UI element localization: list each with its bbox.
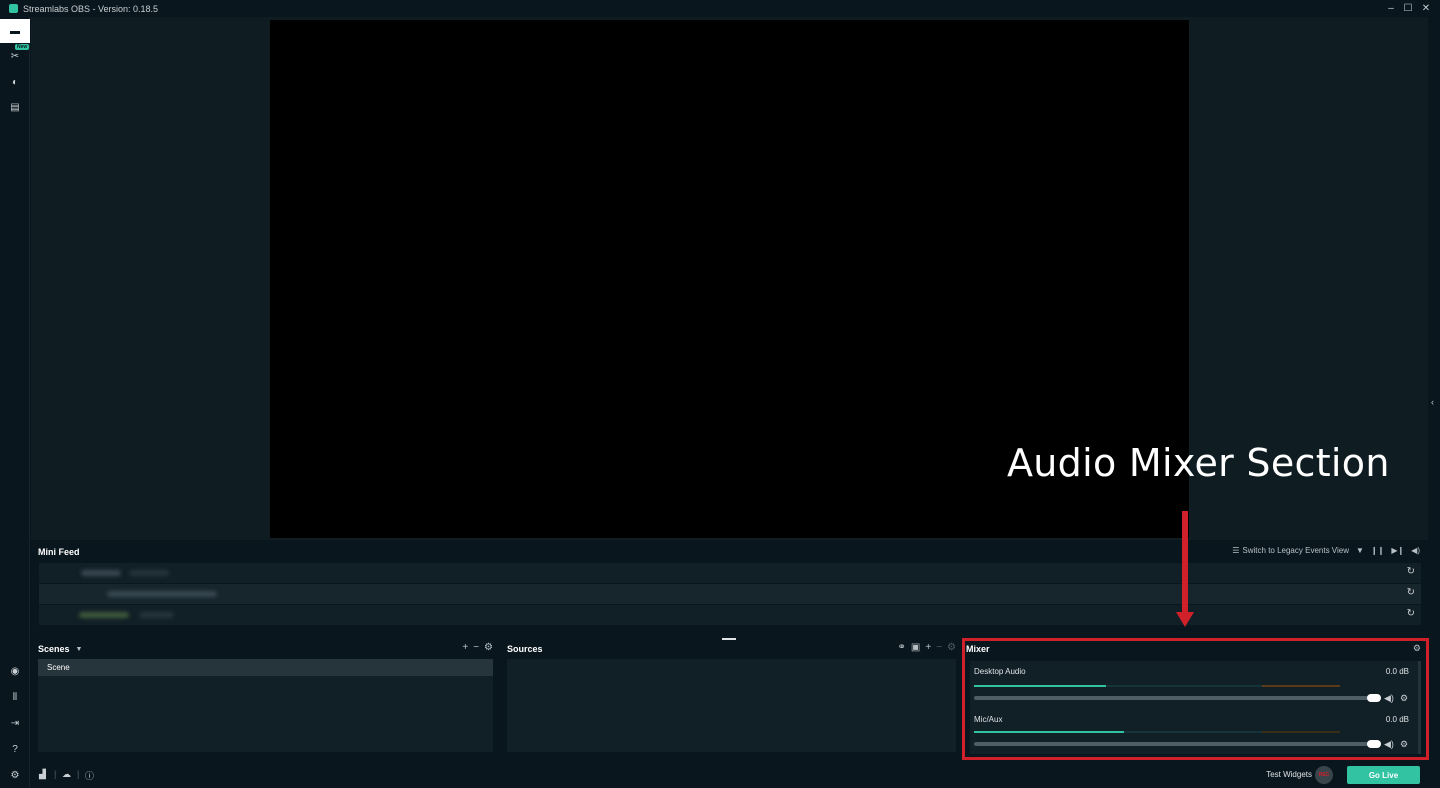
- scene-settings-icon[interactable]: ⚙: [484, 642, 493, 653]
- blurred-event-text: [81, 570, 121, 576]
- mini-feed-event-row[interactable]: ↻: [39, 605, 1421, 625]
- mini-feed-panel: Mini Feed ☰ Switch to Legacy Events View…: [31, 542, 1428, 632]
- logout-icon[interactable]: ⇥: [0, 711, 30, 735]
- mini-feed-title: Mini Feed: [38, 547, 80, 557]
- channel-settings-icon[interactable]: ⚙: [1400, 693, 1408, 704]
- meter-peak-zone: [1262, 685, 1340, 687]
- source-link-icon[interactable]: ⚭: [898, 642, 906, 653]
- mini-feed-toolbar: ☰ Switch to Legacy Events View ▼ ❙❙ ▶❙ ◀…: [1232, 546, 1420, 555]
- volume-slider-handle[interactable]: [1367, 740, 1381, 748]
- maximize-icon[interactable]: ☐: [1398, 0, 1418, 17]
- repeat-alert-icon[interactable]: ↻: [1407, 566, 1415, 577]
- source-settings-icon[interactable]: ⚙: [947, 642, 956, 653]
- scene-collection-dropdown-icon[interactable]: ▼: [76, 646, 83, 653]
- cloud-backup-icon[interactable]: ☁: [62, 769, 71, 780]
- scenes-list: Scene: [38, 659, 493, 752]
- remove-source-icon[interactable]: −: [936, 642, 942, 653]
- scene-item[interactable]: Scene: [38, 659, 493, 676]
- sources-title: Sources: [507, 644, 543, 654]
- add-scene-icon[interactable]: +: [462, 642, 468, 653]
- scenes-title: Scenes: [38, 644, 70, 654]
- volume-meter: [974, 731, 1340, 733]
- volume-meter: [974, 685, 1340, 687]
- mini-feed-event-row[interactable]: ↻: [39, 563, 1421, 583]
- mixer-panel: Mixer ⚙ Desktop Audio 0.0 dB ◀) ⚙ Mic/Au…: [962, 638, 1429, 760]
- new-badge: New: [15, 44, 30, 50]
- volume-meter-fill: [974, 685, 1106, 687]
- divider: |: [54, 769, 57, 779]
- sources-header: Sources: [500, 640, 958, 658]
- mini-feed-event-row[interactable]: ↻: [39, 584, 1421, 604]
- close-icon[interactable]: ✕: [1416, 0, 1436, 17]
- nav-sidebar: ▬ ✂ New ◐ ▤ ◉ ⦀ ⇥ ? ⚙: [0, 17, 30, 788]
- annotation-label: Audio Mixer Section: [1007, 441, 1390, 485]
- sources-toolbar: ⚭ ▣ + − ⚙: [898, 642, 957, 653]
- legacy-events-icon[interactable]: ☰: [1232, 546, 1239, 555]
- pause-icon[interactable]: ❙❙: [1371, 546, 1384, 555]
- annotation-arrow: [1182, 511, 1188, 615]
- streamlabs-logo-icon: [9, 4, 18, 13]
- info-icon[interactable]: ⓘ: [85, 769, 94, 782]
- layout-icon[interactable]: ⦀: [0, 685, 30, 709]
- footer-bar: ▟ | ☁ | ⓘ Test Widgets REC Go Live: [31, 762, 1428, 788]
- mixer-scrollbar[interactable]: [1418, 661, 1421, 754]
- sources-list: [507, 659, 956, 752]
- help-icon[interactable]: ?: [0, 737, 30, 761]
- channel-settings-icon[interactable]: ⚙: [1400, 739, 1408, 750]
- meter-peak-zone: [1262, 731, 1340, 733]
- repeat-alert-icon[interactable]: ↻: [1407, 608, 1415, 619]
- scenes-panel: Scenes ▼ + − ⚙ Scene: [31, 640, 495, 758]
- record-button[interactable]: REC: [1315, 766, 1333, 784]
- store-icon[interactable]: ▤: [0, 95, 30, 119]
- settings-icon[interactable]: ⚙: [0, 763, 30, 787]
- channel-name: Mic/Aux: [974, 715, 1003, 724]
- channel-name: Desktop Audio: [974, 667, 1026, 676]
- speaker-icon[interactable]: ◀): [1384, 739, 1394, 750]
- volume-slider[interactable]: [974, 740, 1381, 748]
- scenes-toolbar: + − ⚙: [462, 642, 493, 653]
- remove-scene-icon[interactable]: −: [473, 642, 479, 653]
- add-source-icon[interactable]: +: [925, 642, 931, 653]
- performance-stats-icon[interactable]: ▟: [39, 769, 46, 780]
- filter-icon[interactable]: ▼: [1356, 546, 1364, 555]
- legacy-events-link[interactable]: Switch to Legacy Events View: [1242, 546, 1349, 555]
- mixer-settings-icon[interactable]: ⚙: [1413, 643, 1421, 654]
- divider: |: [77, 769, 80, 779]
- scene-editor-icon[interactable]: ▬: [0, 19, 30, 43]
- blurred-event-text: [79, 612, 129, 618]
- window-title: Streamlabs OBS - Version: 0.18.5: [23, 3, 159, 14]
- blurred-event-text: [107, 591, 217, 597]
- repeat-alert-icon[interactable]: ↻: [1407, 587, 1415, 598]
- mixer-title: Mixer: [966, 644, 990, 654]
- test-widgets-button[interactable]: Test Widgets: [1266, 770, 1312, 779]
- go-live-button[interactable]: Go Live: [1347, 766, 1420, 784]
- chevron-left-icon[interactable]: ‹: [1431, 397, 1434, 407]
- sources-panel: Sources ⚭ ▣ + − ⚙: [500, 640, 958, 758]
- volume-icon[interactable]: ◀): [1411, 546, 1420, 555]
- title-bar: Streamlabs OBS - Version: 0.18.5 – ☐ ✕: [0, 0, 1440, 17]
- volume-slider[interactable]: [974, 694, 1381, 702]
- right-edge-panel: ‹: [1428, 17, 1440, 788]
- blurred-event-text: [129, 570, 169, 576]
- channel-db: 0.0 dB: [1385, 667, 1409, 676]
- dashboard-icon[interactable]: ◐: [0, 70, 30, 94]
- speaker-icon[interactable]: ◀): [1384, 693, 1394, 704]
- channel-db: 0.0 dB: [1385, 715, 1409, 724]
- blurred-event-text: [139, 612, 174, 618]
- volume-meter-fill: [974, 731, 1125, 733]
- skip-icon[interactable]: ▶❙: [1391, 546, 1404, 555]
- mixer-channels: Desktop Audio 0.0 dB ◀) ⚙ Mic/Aux 0.0 dB…: [970, 661, 1421, 754]
- add-folder-icon[interactable]: ▣: [911, 642, 920, 653]
- scenes-header: Scenes ▼: [31, 640, 495, 658]
- studio-mode-icon[interactable]: ◉: [0, 659, 30, 683]
- annotation-arrow-head: [1176, 612, 1194, 627]
- volume-slider-handle[interactable]: [1367, 694, 1381, 702]
